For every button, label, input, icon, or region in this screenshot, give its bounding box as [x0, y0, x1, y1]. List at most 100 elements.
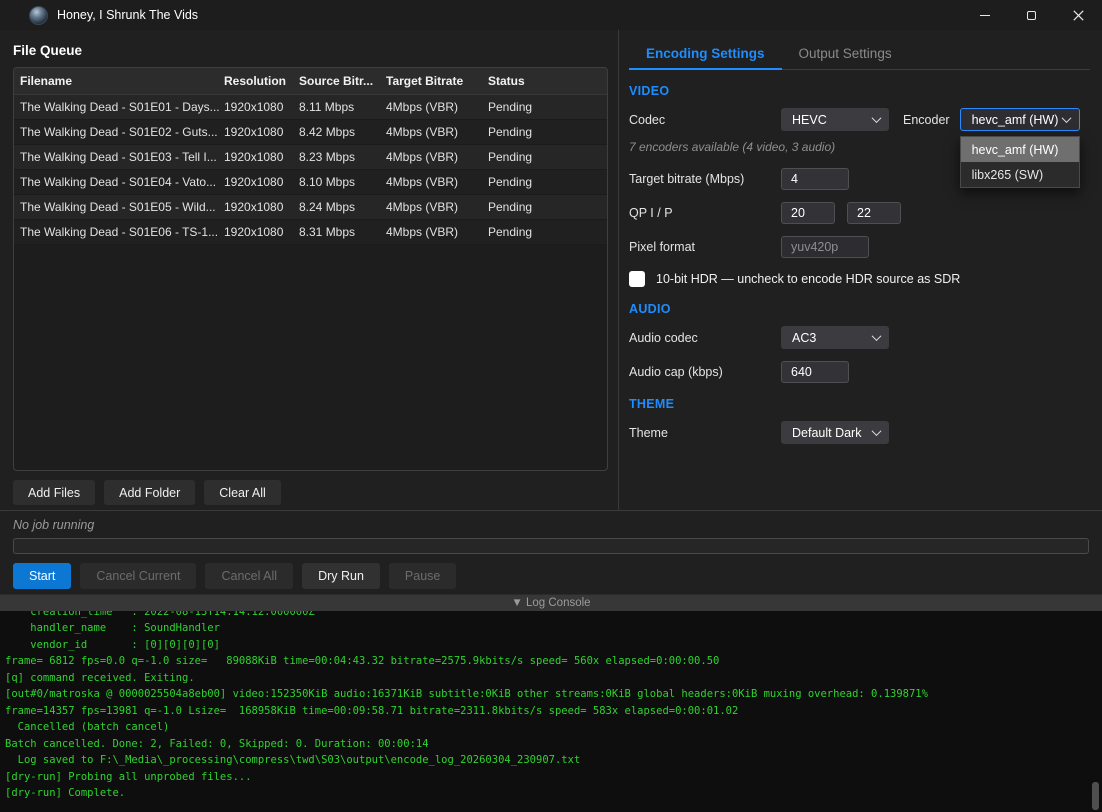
cell-target-bitrate: 4Mbps (VBR) — [386, 100, 488, 114]
encoder-dropdown-list: hevc_amf (HW) libx265 (SW) — [960, 136, 1080, 188]
add-folder-button[interactable]: Add Folder — [104, 480, 195, 505]
video-section-header: VIDEO — [629, 84, 1090, 98]
encoder-option-libx265[interactable]: libx265 (SW) — [961, 162, 1079, 187]
cell-status: Pending — [488, 225, 607, 239]
cell-status: Pending — [488, 100, 607, 114]
target-bitrate-input[interactable] — [781, 168, 849, 190]
encoder-label: Encoder — [903, 113, 950, 127]
settings-tabs: Encoding Settings Output Settings — [629, 40, 1090, 70]
log-line: frame=14357 fps=13981 q=-1.0 Lsize= 1689… — [5, 703, 1102, 719]
progress-bar — [13, 538, 1089, 554]
cancel-all-button[interactable]: Cancel All — [205, 563, 293, 589]
qp-label: QP I / P — [629, 206, 781, 220]
target-bitrate-label: Target bitrate (Mbps) — [629, 172, 781, 186]
codec-label: Codec — [629, 113, 781, 127]
theme-label: Theme — [629, 426, 781, 440]
cell-filename: The Walking Dead - S01E03 - Tell I... — [14, 150, 224, 164]
file-queue-title: File Queue — [13, 43, 618, 58]
start-button[interactable]: Start — [13, 563, 71, 589]
cell-status: Pending — [488, 175, 607, 189]
column-header-status[interactable]: Status — [488, 74, 607, 88]
cell-resolution: 1920x1080 — [224, 125, 299, 139]
cell-target-bitrate: 4Mbps (VBR) — [386, 200, 488, 214]
log-line: Batch cancelled. Done: 2, Failed: 0, Ski… — [5, 736, 1102, 752]
titlebar: Honey, I Shrunk The Vids — [0, 0, 1102, 30]
log-console[interactable]: creation_time : 2022-08-13T14:14:12.0000… — [0, 611, 1102, 812]
column-header-filename[interactable]: Filename — [14, 74, 224, 88]
chevron-down-icon — [872, 426, 882, 436]
qp-p-input[interactable] — [847, 202, 901, 224]
file-queue-table: Filename Resolution Source Bitr... Targe… — [13, 67, 608, 471]
log-line: [dry-run] Probing all unprobed files... — [5, 769, 1102, 785]
cancel-current-button[interactable]: Cancel Current — [80, 563, 196, 589]
log-line: [q] command received. Exiting. — [5, 670, 1102, 686]
cell-status: Pending — [488, 125, 607, 139]
column-header-source-bitrate[interactable]: Source Bitr... — [299, 74, 386, 88]
cell-resolution: 1920x1080 — [224, 200, 299, 214]
cell-source-bitrate: 8.24 Mbps — [299, 200, 386, 214]
table-header-row: Filename Resolution Source Bitr... Targe… — [14, 68, 607, 95]
close-icon — [1073, 10, 1084, 21]
cell-filename: The Walking Dead - S01E04 - Vato... — [14, 175, 224, 189]
cell-resolution: 1920x1080 — [224, 175, 299, 189]
table-body: The Walking Dead - S01E01 - Days... 1920… — [14, 95, 607, 245]
codec-select[interactable]: HEVC — [781, 108, 889, 131]
codec-value: HEVC — [792, 113, 873, 127]
tab-encoding-settings[interactable]: Encoding Settings — [629, 40, 782, 70]
clear-all-button[interactable]: Clear All — [204, 480, 281, 505]
pixel-format-input[interactable] — [781, 236, 869, 258]
audio-codec-label: Audio codec — [629, 331, 781, 345]
cell-status: Pending — [488, 200, 607, 214]
cell-status: Pending — [488, 150, 607, 164]
tab-output-settings[interactable]: Output Settings — [782, 40, 909, 69]
table-row[interactable]: The Walking Dead - S01E01 - Days... 1920… — [14, 95, 607, 120]
hdr-checkbox-label: 10-bit HDR — uncheck to encode HDR sourc… — [656, 272, 960, 286]
column-header-resolution[interactable]: Resolution — [224, 74, 299, 88]
job-status-text: No job running — [13, 518, 1089, 532]
minimize-button[interactable] — [961, 0, 1008, 30]
table-row[interactable]: The Walking Dead - S01E04 - Vato... 1920… — [14, 170, 607, 195]
column-header-target-bitrate[interactable]: Target Bitrate — [386, 74, 488, 88]
cell-source-bitrate: 8.10 Mbps — [299, 175, 386, 189]
audio-codec-select[interactable]: AC3 — [781, 326, 889, 349]
log-line: vendor_id : [0][0][0][0] — [5, 637, 1102, 653]
theme-value: Default Dark — [792, 426, 873, 440]
cell-source-bitrate: 8.23 Mbps — [299, 150, 386, 164]
log-line: Cancelled (batch cancel) — [5, 719, 1102, 735]
encoder-option-hevc-amf[interactable]: hevc_amf (HW) — [961, 137, 1079, 162]
audio-section-header: AUDIO — [629, 302, 1090, 316]
maximize-button[interactable] — [1008, 0, 1055, 30]
app-window: Honey, I Shrunk The Vids File Queue File… — [0, 0, 1102, 812]
audio-codec-value: AC3 — [792, 331, 873, 345]
audio-cap-input[interactable] — [781, 361, 849, 383]
qp-i-input[interactable] — [781, 202, 835, 224]
theme-select[interactable]: Default Dark — [781, 421, 889, 444]
cell-filename: The Walking Dead - S01E02 - Guts... — [14, 125, 224, 139]
chevron-down-icon — [1061, 113, 1071, 123]
maximize-icon — [1027, 11, 1036, 20]
close-button[interactable] — [1055, 0, 1102, 30]
add-files-button[interactable]: Add Files — [13, 480, 95, 505]
table-row[interactable]: The Walking Dead - S01E06 - TS-1... 1920… — [14, 220, 607, 245]
settings-panel: Encoding Settings Output Settings VIDEO … — [619, 30, 1102, 510]
log-scrollbar-thumb[interactable] — [1092, 782, 1099, 810]
cell-source-bitrate: 8.31 Mbps — [299, 225, 386, 239]
hdr-checkbox[interactable] — [629, 271, 645, 287]
cell-resolution: 1920x1080 — [224, 225, 299, 239]
pause-button[interactable]: Pause — [389, 563, 456, 589]
cell-target-bitrate: 4Mbps (VBR) — [386, 125, 488, 139]
log-console-toggle[interactable]: ▼ Log Console — [0, 594, 1102, 611]
log-line: [dry-run] Complete. — [5, 785, 1102, 801]
table-row[interactable]: The Walking Dead - S01E05 - Wild... 1920… — [14, 195, 607, 220]
chevron-down-icon — [872, 331, 882, 341]
dry-run-button[interactable]: Dry Run — [302, 563, 380, 589]
cell-filename: The Walking Dead - S01E06 - TS-1... — [14, 225, 224, 239]
cell-target-bitrate: 4Mbps (VBR) — [386, 150, 488, 164]
job-section: No job running Start Cancel Current Canc… — [0, 510, 1102, 594]
encoder-select[interactable]: hevc_amf (HW) — [960, 108, 1080, 131]
file-queue-panel: File Queue Filename Resolution Source Bi… — [0, 30, 619, 510]
window-title: Honey, I Shrunk The Vids — [57, 8, 198, 22]
table-row[interactable]: The Walking Dead - S01E03 - Tell I... 19… — [14, 145, 607, 170]
theme-section-header: THEME — [629, 397, 1090, 411]
table-row[interactable]: The Walking Dead - S01E02 - Guts... 1920… — [14, 120, 607, 145]
